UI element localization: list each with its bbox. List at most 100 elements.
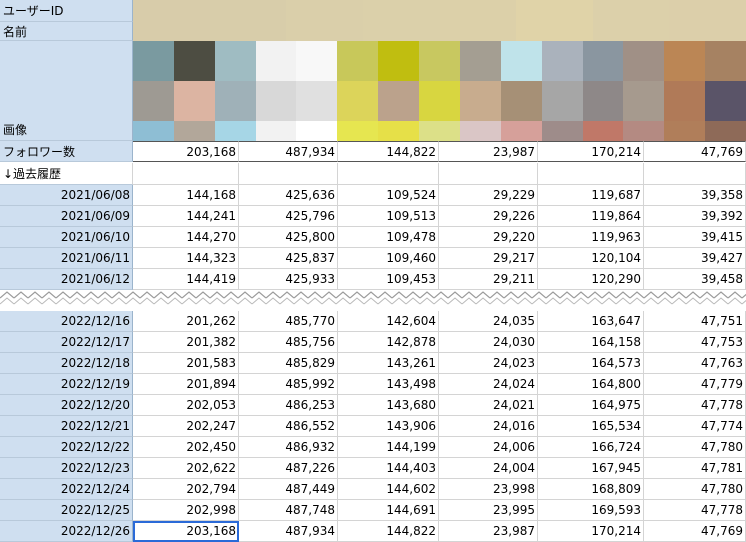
value-cell[interactable]: 425,796: [239, 206, 338, 227]
date-label[interactable]: 2022/12/25: [0, 500, 133, 521]
value-cell[interactable]: 29,229: [439, 185, 538, 206]
value-cell[interactable]: 39,458: [644, 269, 746, 290]
name-label[interactable]: 名前: [0, 22, 133, 41]
value-cell[interactable]: 24,004: [439, 458, 538, 479]
value-cell[interactable]: 144,419: [133, 269, 239, 290]
value-cell[interactable]: 23,995: [439, 500, 538, 521]
value-cell[interactable]: 425,636: [239, 185, 338, 206]
value-cell[interactable]: 144,168: [133, 185, 239, 206]
value-cell[interactable]: 47,780: [644, 437, 746, 458]
date-label[interactable]: 2021/06/12: [0, 269, 133, 290]
empty-cell[interactable]: [439, 163, 538, 185]
value-cell[interactable]: 144,270: [133, 227, 239, 248]
value-cell[interactable]: 169,593: [538, 500, 644, 521]
value-cell[interactable]: 485,770: [239, 311, 338, 332]
value-cell[interactable]: 202,998: [133, 500, 239, 521]
value-cell[interactable]: 486,932: [239, 437, 338, 458]
date-label[interactable]: 2022/12/16: [0, 311, 133, 332]
empty-cell[interactable]: [338, 163, 439, 185]
date-label[interactable]: 2021/06/10: [0, 227, 133, 248]
value-cell[interactable]: 29,226: [439, 206, 538, 227]
value-cell[interactable]: 144,822: [338, 141, 439, 162]
value-cell[interactable]: 425,837: [239, 248, 338, 269]
value-cell[interactable]: 485,829: [239, 353, 338, 374]
value-cell[interactable]: 487,748: [239, 500, 338, 521]
value-cell[interactable]: 109,478: [338, 227, 439, 248]
value-cell[interactable]: 120,104: [538, 248, 644, 269]
value-cell[interactable]: 47,778: [644, 395, 746, 416]
value-cell[interactable]: 47,779: [644, 374, 746, 395]
history-label[interactable]: ↓過去履歴: [0, 163, 133, 185]
empty-cell[interactable]: [239, 163, 338, 185]
value-cell[interactable]: 201,262: [133, 311, 239, 332]
value-cell[interactable]: 47,781: [644, 458, 746, 479]
value-cell[interactable]: 120,290: [538, 269, 644, 290]
value-cell[interactable]: 203,168: [133, 141, 239, 162]
value-cell[interactable]: 425,933: [239, 269, 338, 290]
image-label[interactable]: 画像: [0, 41, 133, 141]
value-cell[interactable]: 164,975: [538, 395, 644, 416]
date-label[interactable]: 2021/06/09: [0, 206, 133, 227]
date-label[interactable]: 2021/06/08: [0, 185, 133, 206]
value-cell[interactable]: 165,534: [538, 416, 644, 437]
value-cell[interactable]: 487,934: [239, 141, 338, 162]
value-cell[interactable]: 485,756: [239, 332, 338, 353]
value-cell[interactable]: 23,998: [439, 479, 538, 500]
value-cell[interactable]: 201,583: [133, 353, 239, 374]
value-cell[interactable]: 29,211: [439, 269, 538, 290]
value-cell[interactable]: 47,769: [644, 141, 746, 162]
value-cell[interactable]: 143,261: [338, 353, 439, 374]
value-cell[interactable]: 47,751: [644, 311, 746, 332]
empty-cell[interactable]: [644, 163, 746, 185]
value-cell[interactable]: 24,024: [439, 374, 538, 395]
value-cell[interactable]: 170,214: [538, 141, 644, 162]
value-cell[interactable]: 23,987: [439, 521, 538, 542]
value-cell[interactable]: 170,214: [538, 521, 644, 542]
value-cell[interactable]: 144,403: [338, 458, 439, 479]
date-label[interactable]: 2022/12/17: [0, 332, 133, 353]
value-cell[interactable]: 47,769: [644, 521, 746, 542]
date-label[interactable]: 2022/12/24: [0, 479, 133, 500]
value-cell[interactable]: 29,220: [439, 227, 538, 248]
value-cell[interactable]: 163,647: [538, 311, 644, 332]
date-label[interactable]: 2021/06/11: [0, 248, 133, 269]
value-cell[interactable]: 47,774: [644, 416, 746, 437]
empty-cell[interactable]: [538, 163, 644, 185]
user-id-label[interactable]: ユーザーID: [0, 0, 133, 22]
value-cell[interactable]: 143,680: [338, 395, 439, 416]
date-label[interactable]: 2022/12/18: [0, 353, 133, 374]
value-cell[interactable]: 144,602: [338, 479, 439, 500]
value-cell[interactable]: 166,724: [538, 437, 644, 458]
value-cell[interactable]: 202,247: [133, 416, 239, 437]
value-cell[interactable]: 486,253: [239, 395, 338, 416]
value-cell[interactable]: 144,691: [338, 500, 439, 521]
followers-label[interactable]: フォロワー数: [0, 141, 133, 162]
empty-cell[interactable]: [133, 163, 239, 185]
value-cell[interactable]: 168,809: [538, 479, 644, 500]
value-cell[interactable]: 24,023: [439, 353, 538, 374]
value-cell[interactable]: 202,622: [133, 458, 239, 479]
value-cell[interactable]: 24,021: [439, 395, 538, 416]
value-cell[interactable]: 485,992: [239, 374, 338, 395]
value-cell[interactable]: 202,794: [133, 479, 239, 500]
value-cell[interactable]: 144,241: [133, 206, 239, 227]
value-cell[interactable]: 142,604: [338, 311, 439, 332]
value-cell[interactable]: 164,573: [538, 353, 644, 374]
value-cell[interactable]: 144,822: [338, 521, 439, 542]
value-cell[interactable]: 164,158: [538, 332, 644, 353]
value-cell[interactable]: 24,016: [439, 416, 538, 437]
value-cell[interactable]: 167,945: [538, 458, 644, 479]
date-label[interactable]: 2022/12/19: [0, 374, 133, 395]
value-cell[interactable]: 201,894: [133, 374, 239, 395]
value-cell[interactable]: 203,168: [133, 521, 239, 542]
date-label[interactable]: 2022/12/22: [0, 437, 133, 458]
value-cell[interactable]: 486,552: [239, 416, 338, 437]
value-cell[interactable]: 39,392: [644, 206, 746, 227]
date-label[interactable]: 2022/12/21: [0, 416, 133, 437]
value-cell[interactable]: 24,035: [439, 311, 538, 332]
value-cell[interactable]: 109,513: [338, 206, 439, 227]
value-cell[interactable]: 119,864: [538, 206, 644, 227]
value-cell[interactable]: 487,449: [239, 479, 338, 500]
value-cell[interactable]: 202,053: [133, 395, 239, 416]
date-label[interactable]: 2022/12/20: [0, 395, 133, 416]
